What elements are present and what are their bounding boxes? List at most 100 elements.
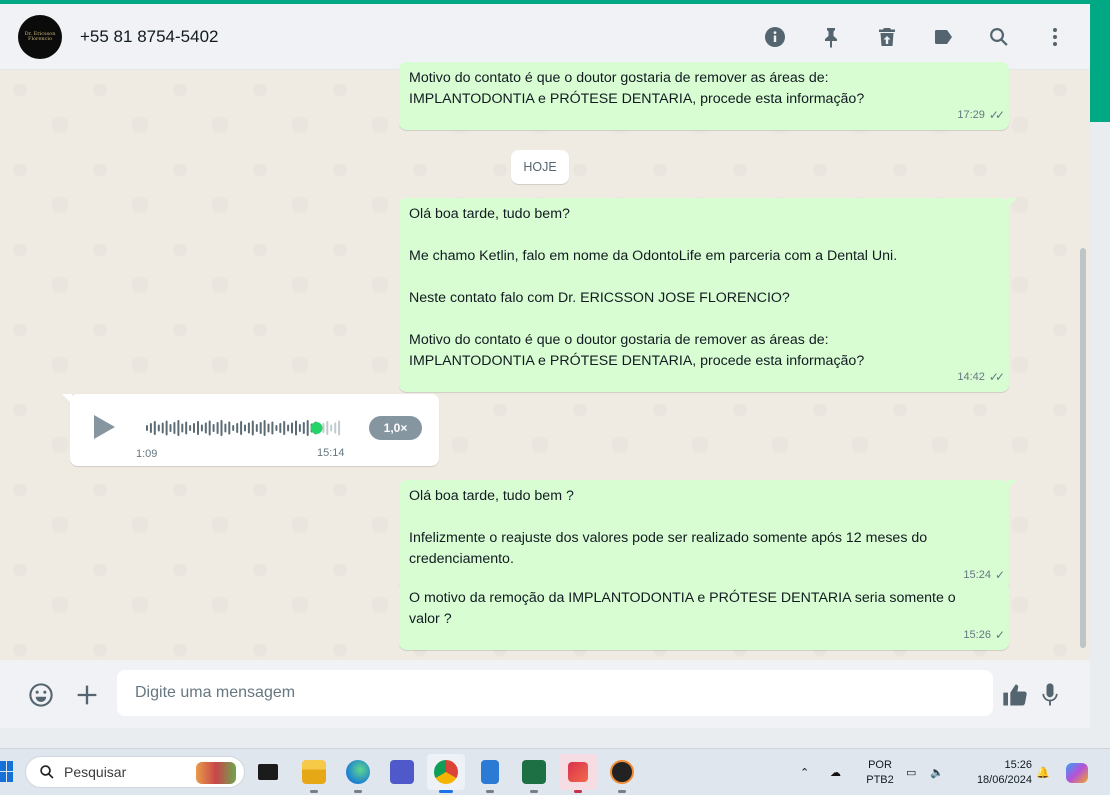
avatar[interactable]: Dr. Ericsson Florencio xyxy=(18,14,62,59)
waveform-bar xyxy=(189,425,192,431)
waveform-progress-handle[interactable] xyxy=(310,422,323,434)
waveform-bar xyxy=(236,423,239,433)
waveform-bar xyxy=(247,422,250,434)
waveform-bar xyxy=(181,423,184,433)
display-icon[interactable]: ▭ xyxy=(906,749,916,795)
task-view-icon[interactable] xyxy=(249,754,287,790)
notification-bell-icon[interactable]: 🔔 xyxy=(1036,749,1050,795)
media-player-icon[interactable] xyxy=(603,754,641,793)
language-code: POR xyxy=(868,759,892,771)
windows-start-icon[interactable] xyxy=(0,761,14,783)
waveform-bar xyxy=(157,424,160,432)
network-icon[interactable]: ☁ xyxy=(830,749,841,795)
waveform-bar xyxy=(204,422,207,434)
search-icon[interactable] xyxy=(986,24,1012,50)
file-explorer-icon[interactable] xyxy=(295,754,333,793)
waveform-bar xyxy=(240,421,243,435)
waveform-bar xyxy=(177,420,180,436)
search-highlight-image xyxy=(196,762,236,784)
playback-speed-button[interactable]: 1,0× xyxy=(369,416,422,440)
message-line xyxy=(409,267,999,288)
copilot-icon[interactable] xyxy=(1066,749,1088,795)
message-line: Olá boa tarde, tudo bem ? xyxy=(409,488,574,504)
system-clock[interactable]: 15:26 18/06/2024 xyxy=(958,758,1032,788)
waveform-bar xyxy=(306,420,309,436)
waveform-bar xyxy=(197,421,199,435)
waveform-bar xyxy=(185,421,188,435)
waveform-bar xyxy=(259,422,262,434)
waveform-bar xyxy=(161,422,164,434)
waveform-bar xyxy=(279,423,282,433)
waveform-bar xyxy=(322,423,325,433)
emoji-icon[interactable] xyxy=(26,680,56,710)
delete-icon[interactable] xyxy=(874,24,900,50)
info-icon[interactable] xyxy=(762,24,788,50)
message-line: IMPLANTODONTIA e PRÓTESE DENTARIA, proce… xyxy=(409,353,865,369)
menu-icon[interactable] xyxy=(1042,24,1068,50)
message-line xyxy=(409,309,999,330)
waveform-bar xyxy=(338,420,341,436)
language-indicator[interactable]: POR PTB2 xyxy=(860,758,900,788)
message-line: Neste contato falo com Dr. ERICSSON JOSE… xyxy=(409,290,790,306)
waveform-bar xyxy=(298,424,301,432)
play-icon[interactable] xyxy=(92,414,116,440)
message-line: valor ? xyxy=(409,611,452,627)
volume-icon[interactable]: 🔈 xyxy=(930,749,944,795)
pin-icon[interactable] xyxy=(818,24,844,50)
waveform-bar xyxy=(200,424,203,432)
contact-name[interactable]: +55 81 8754-5402 xyxy=(80,27,219,47)
excel-icon[interactable] xyxy=(515,754,553,793)
chat-area[interactable]: Motivo do contato é que o doutor gostari… xyxy=(0,62,1090,660)
chrome-icon[interactable] xyxy=(427,754,465,793)
search-icon xyxy=(40,765,54,779)
single-check-icon: ✓ xyxy=(994,628,1005,642)
message-line: Infelizmente o reajuste dos valores pode… xyxy=(409,530,928,546)
message-bubble[interactable]: O motivo da remoção da IMPLANTODONTIA e … xyxy=(399,582,1009,650)
waveform-bar xyxy=(149,423,152,433)
waveform-bar xyxy=(295,420,297,436)
waveform-bar xyxy=(146,425,148,431)
waveform-bar xyxy=(334,422,337,434)
thumbs-up-icon[interactable] xyxy=(1000,680,1030,710)
message-meta: 15:26 ✓ xyxy=(963,625,1005,646)
double-check-icon: ✓✓ xyxy=(988,108,1005,122)
voice-waveform[interactable] xyxy=(146,418,342,438)
waveform-bar xyxy=(173,422,176,434)
voice-message[interactable]: 1,0× 1:09 15:14 xyxy=(62,394,439,466)
message-bubble[interactable]: Motivo do contato é que o doutor gostari… xyxy=(399,62,1009,130)
message-bubble[interactable]: Olá boa tarde, tudo bem ? Infelizmente o… xyxy=(399,480,1017,590)
chat-scrollbar[interactable] xyxy=(1080,248,1086,648)
clock-time: 15:26 xyxy=(1004,759,1032,771)
waveform-bar xyxy=(212,424,215,432)
microphone-icon[interactable] xyxy=(1035,680,1065,710)
teams-icon[interactable] xyxy=(383,754,421,790)
edge-icon[interactable] xyxy=(339,754,377,793)
message-input[interactable] xyxy=(117,670,993,716)
waveform-bar xyxy=(326,421,329,435)
message-line: Motivo do contato é que o doutor gostari… xyxy=(409,70,829,86)
waveform-bar xyxy=(216,422,219,434)
notepad-icon[interactable] xyxy=(471,754,509,793)
message-time: 17:29 xyxy=(957,109,985,121)
snipping-tool-icon[interactable] xyxy=(559,754,597,793)
waveform-bar xyxy=(263,420,266,436)
label-icon[interactable] xyxy=(930,24,956,50)
attach-plus-icon[interactable] xyxy=(72,680,102,710)
message-line: IMPLANTODONTIA e PRÓTESE DENTARIA, proce… xyxy=(409,91,865,107)
waveform-bar xyxy=(244,424,246,432)
taskbar-search[interactable]: Pesquisar xyxy=(25,756,245,788)
waveform-bar xyxy=(283,421,286,435)
waveform-bar xyxy=(287,424,290,432)
tray-chevron-icon[interactable]: ⌃ xyxy=(800,749,809,795)
waveform-bar xyxy=(224,423,227,433)
message-bubble[interactable]: Olá boa tarde, tudo bem? Me chamo Ketlin… xyxy=(399,198,1017,392)
message-meta: 14:42 ✓✓ xyxy=(957,367,1005,388)
waveform-bar xyxy=(255,424,258,432)
waveform-bar xyxy=(275,425,278,431)
waveform-bar xyxy=(302,422,305,434)
waveform-bar xyxy=(232,425,235,431)
message-meta: 17:29 ✓✓ xyxy=(957,105,1005,126)
message-line: Motivo do contato é que o doutor gostari… xyxy=(409,332,829,348)
avatar-logo-text: Dr. Ericsson Florencio xyxy=(24,30,56,42)
waveform-bar xyxy=(153,421,156,435)
